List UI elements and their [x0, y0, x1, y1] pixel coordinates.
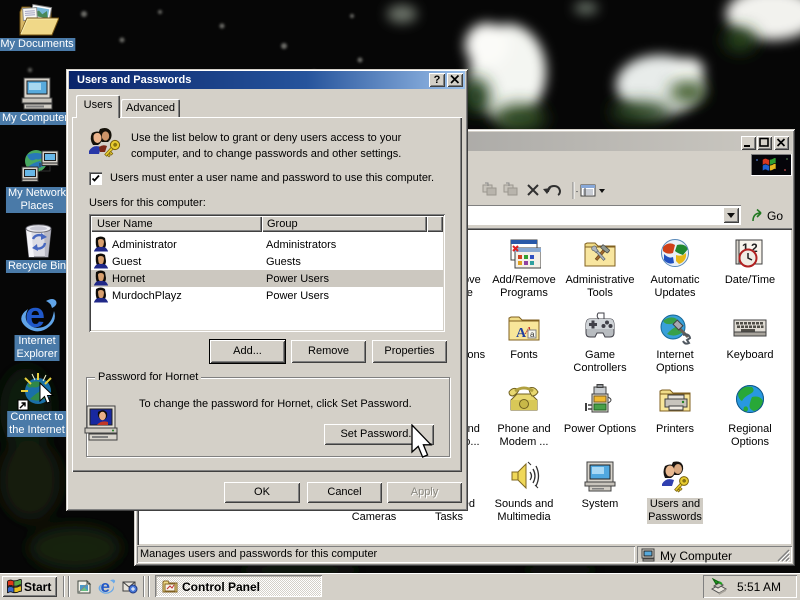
svg-text:a: a	[530, 330, 535, 339]
